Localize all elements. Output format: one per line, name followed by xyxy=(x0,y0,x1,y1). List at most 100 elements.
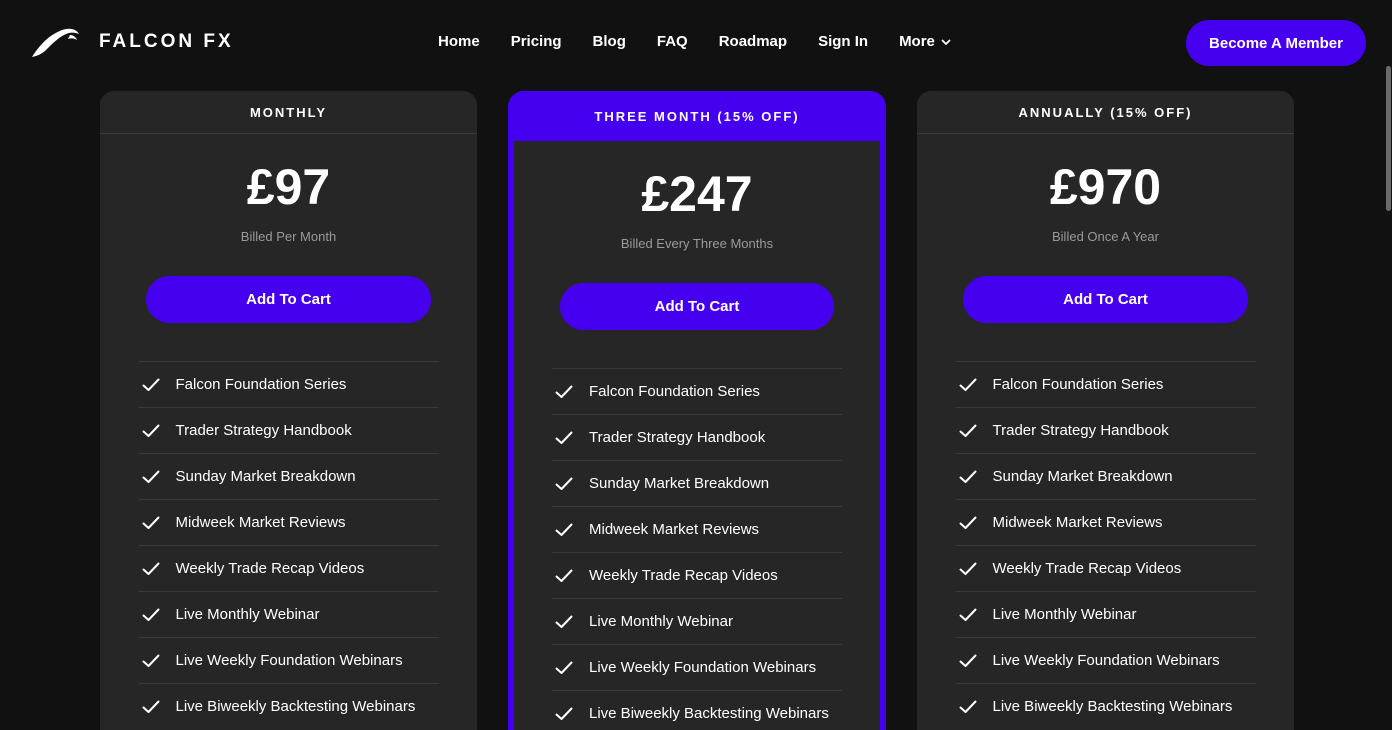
plan-title: ANNUALLY (15% OFF) xyxy=(917,91,1294,134)
main-nav: Home Pricing Blog FAQ Roadmap Sign In Mo… xyxy=(438,33,951,50)
feature-label: Falcon Foundation Series xyxy=(589,383,760,400)
nav-item-more[interactable]: More xyxy=(899,33,951,50)
feature-label: Falcon Foundation Series xyxy=(175,376,347,393)
feature-item: Midweek Market Reviews xyxy=(552,506,842,552)
feature-item: Trader Strategy Handbook xyxy=(552,414,842,460)
plan-title: THREE MONTH (15% OFF) xyxy=(508,91,886,141)
feature-label: Weekly Trade Recap Videos xyxy=(175,560,365,577)
plan-card-body: £247 Billed Every Three Months Add To Ca… xyxy=(514,141,880,730)
nav-item-pricing[interactable]: Pricing xyxy=(511,33,562,50)
plan-billing: Billed Once A Year xyxy=(1052,229,1159,244)
feature-label: Midweek Market Reviews xyxy=(589,521,760,538)
feature-item: Weekly Trade Recap Videos xyxy=(552,552,842,598)
feature-label: Live Biweekly Backtesting Webinars xyxy=(589,705,829,722)
nav-item-sign-in[interactable]: Sign In xyxy=(818,33,868,50)
feature-label: Trader Strategy Handbook xyxy=(175,422,352,439)
feature-item: Falcon Foundation Series xyxy=(955,361,1256,407)
feature-label: Sunday Market Breakdown xyxy=(175,468,356,485)
check-icon xyxy=(959,608,979,622)
feature-label: Sunday Market Breakdown xyxy=(992,468,1173,485)
feature-item: Midweek Market Reviews xyxy=(138,499,439,545)
plan-price: £970 xyxy=(1049,159,1162,215)
feature-item: Trader Strategy Handbook xyxy=(138,407,439,453)
feature-item: Weekly Trade Recap Videos xyxy=(138,545,439,591)
site-header: FALCON FX Home Pricing Blog FAQ Roadmap … xyxy=(0,0,1392,88)
check-icon xyxy=(142,424,162,438)
feature-item: Sunday Market Breakdown xyxy=(955,453,1256,499)
check-icon xyxy=(959,516,979,530)
check-icon xyxy=(555,385,575,399)
feature-label: Live Monthly Webinar xyxy=(992,606,1137,623)
feature-label: Midweek Market Reviews xyxy=(175,514,346,531)
check-icon xyxy=(959,562,979,576)
feature-label: Live Biweekly Backtesting Webinars xyxy=(175,698,416,715)
feature-item: Live Biweekly Backtesting Webinars xyxy=(138,683,439,729)
check-icon xyxy=(959,424,979,438)
feature-item: Sunday Market Breakdown xyxy=(552,460,842,506)
feature-item: Live Monthly Webinar xyxy=(552,598,842,644)
feature-item: Live Weekly Foundation Webinars xyxy=(552,644,842,690)
feature-item: Live Monthly Webinar xyxy=(955,591,1256,637)
check-icon xyxy=(142,470,162,484)
feature-label: Trader Strategy Handbook xyxy=(992,422,1169,439)
check-icon xyxy=(142,562,162,576)
check-icon xyxy=(142,516,162,530)
feature-list: Falcon Foundation Series Trader Strategy … xyxy=(955,361,1256,729)
feature-item: Live Biweekly Backtesting Webinars xyxy=(552,690,842,730)
nav-item-faq[interactable]: FAQ xyxy=(657,33,688,50)
pricing-page: FALCON FX Home Pricing Blog FAQ Roadmap … xyxy=(0,0,1392,730)
add-to-cart-button[interactable]: Add To Cart xyxy=(560,283,834,330)
feature-list: Falcon Foundation Series Trader Strategy … xyxy=(552,368,842,730)
brand-logo[interactable]: FALCON FX xyxy=(30,26,234,58)
check-icon xyxy=(959,378,979,392)
check-icon xyxy=(959,470,979,484)
check-icon xyxy=(959,654,979,668)
feature-item: Falcon Foundation Series xyxy=(138,361,439,407)
plan-card-three-month: THREE MONTH (15% OFF) £247 Billed Every … xyxy=(508,91,886,730)
check-icon xyxy=(555,661,575,675)
feature-item: Sunday Market Breakdown xyxy=(138,453,439,499)
plan-card-monthly: MONTHLY £97 Billed Per Month Add To Cart… xyxy=(100,91,477,730)
feature-label: Live Monthly Webinar xyxy=(175,606,320,623)
check-icon xyxy=(142,700,162,714)
check-icon xyxy=(142,654,162,668)
plan-card-annually: ANNUALLY (15% OFF) £970 Billed Once A Ye… xyxy=(917,91,1294,730)
check-icon xyxy=(555,615,575,629)
check-icon xyxy=(959,700,979,714)
feature-list: Falcon Foundation Series Trader Strategy … xyxy=(138,361,439,729)
check-icon xyxy=(555,477,575,491)
check-icon xyxy=(555,569,575,583)
feature-label: Live Biweekly Backtesting Webinars xyxy=(992,698,1233,715)
feature-label: Live Weekly Foundation Webinars xyxy=(992,652,1220,669)
falcon-wing-logo-icon xyxy=(30,26,80,58)
feature-item: Live Biweekly Backtesting Webinars xyxy=(955,683,1256,729)
feature-label: Weekly Trade Recap Videos xyxy=(589,567,778,584)
plan-price: £97 xyxy=(246,159,331,215)
feature-label: Live Weekly Foundation Webinars xyxy=(175,652,403,669)
add-to-cart-button[interactable]: Add To Cart xyxy=(146,276,431,323)
add-to-cart-button[interactable]: Add To Cart xyxy=(963,276,1248,323)
plan-title: MONTHLY xyxy=(100,91,477,134)
check-icon xyxy=(555,523,575,537)
become-member-button[interactable]: Become A Member xyxy=(1186,20,1366,66)
feature-item: Midweek Market Reviews xyxy=(955,499,1256,545)
nav-more-label: More xyxy=(899,33,935,50)
feature-label: Falcon Foundation Series xyxy=(992,376,1164,393)
feature-item: Live Weekly Foundation Webinars xyxy=(955,637,1256,683)
plan-billing: Billed Per Month xyxy=(240,229,337,244)
feature-label: Midweek Market Reviews xyxy=(992,514,1163,531)
feature-label: Sunday Market Breakdown xyxy=(589,475,770,492)
nav-item-roadmap[interactable]: Roadmap xyxy=(719,33,787,50)
page-scrollbar[interactable] xyxy=(1384,0,1392,730)
brand-name: FALCON FX xyxy=(99,31,234,52)
feature-item: Live Monthly Webinar xyxy=(138,591,439,637)
scrollbar-thumb[interactable] xyxy=(1386,66,1391,211)
nav-item-blog[interactable]: Blog xyxy=(593,33,626,50)
plan-price: £247 xyxy=(641,166,753,222)
plan-billing: Billed Every Three Months xyxy=(620,236,774,251)
feature-label: Live Weekly Foundation Webinars xyxy=(589,659,817,676)
feature-label: Weekly Trade Recap Videos xyxy=(992,560,1182,577)
feature-item: Live Weekly Foundation Webinars xyxy=(138,637,439,683)
feature-label: Live Monthly Webinar xyxy=(589,613,733,630)
nav-item-home[interactable]: Home xyxy=(438,33,480,50)
